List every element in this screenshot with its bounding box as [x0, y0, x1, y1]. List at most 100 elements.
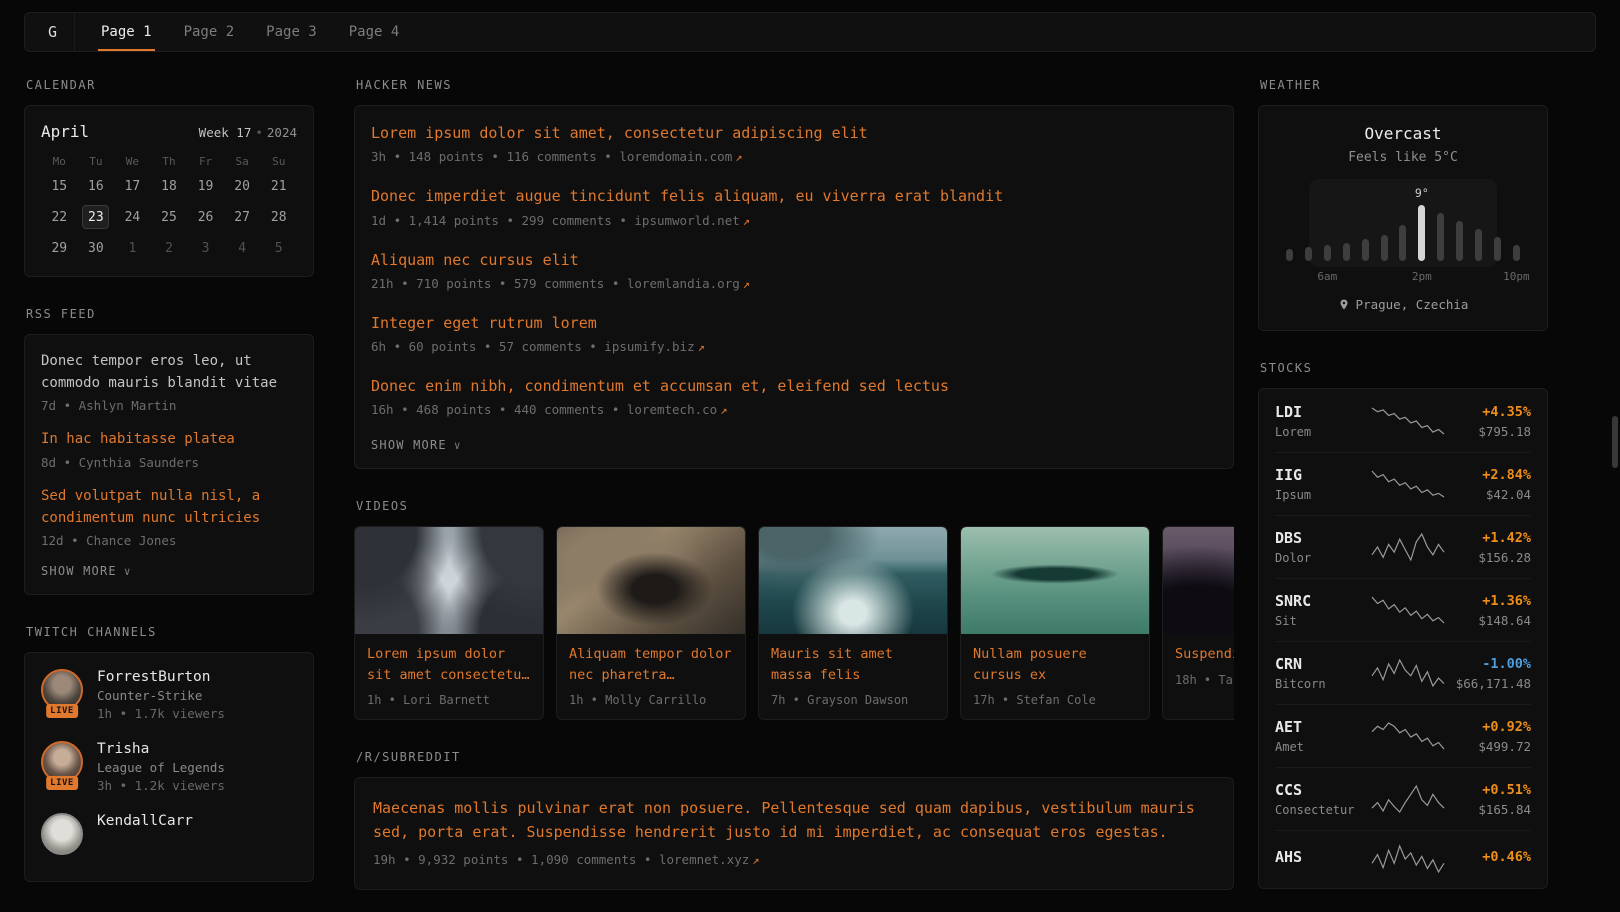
page-tab[interactable]: Page 2	[181, 13, 238, 51]
weather-bar	[1434, 195, 1447, 283]
subreddit-widget: Maecenas mollis pulvinar erat non posuer…	[354, 777, 1234, 890]
calendar-day[interactable]: 25	[155, 205, 182, 229]
video-card[interactable]: Lorem ipsum dolor sit amet consectetu… 1…	[354, 526, 544, 720]
external-link-icon[interactable]: ↗	[720, 403, 727, 417]
video-card[interactable]: Aliquam tempor dolor nec pharetra… 1h • …	[556, 526, 746, 720]
calendar-day-header: Tu	[89, 155, 102, 168]
calendar-day[interactable]: 20	[229, 174, 256, 198]
channel-name[interactable]: ForrestBurton	[97, 669, 225, 685]
channel-info: ForrestBurton Counter-Strike 1h • 1.7k v…	[97, 669, 225, 721]
stock-price: $165.84	[1447, 802, 1531, 817]
external-link-icon[interactable]: ↗	[735, 150, 742, 164]
video-thumbnail	[759, 527, 947, 634]
page-tab[interactable]: Page 4	[346, 13, 403, 51]
calendar-day[interactable]: 30	[82, 236, 109, 260]
hackernews-item-meta: 16h • 468 points • 440 comments • loremt…	[371, 402, 1217, 417]
video-title[interactable]: Aliquam tempor dolor nec pharetra…	[569, 644, 733, 685]
calendar-day-header: We	[126, 155, 139, 168]
stock-row[interactable]: CRN Bitcorn -1.00% $66,171.48	[1275, 642, 1531, 705]
calendar-day[interactable]: 18	[155, 174, 182, 198]
hackernews-item-meta-text: 6h • 60 points • 57 comments • ipsumify.…	[371, 339, 695, 354]
show-more-label: SHOW MORE	[41, 564, 117, 578]
live-badge: LIVE	[46, 776, 78, 790]
video-card[interactable]: Nullam posuere cursus ex 17h • Stefan Co…	[960, 526, 1150, 720]
hackernews-show-more-button[interactable]: SHOW MORE ∨	[371, 438, 462, 452]
video-card[interactable]: Suspendisse diam 18h • Tara	[1162, 526, 1234, 720]
calendar-day[interactable]: 15	[46, 174, 73, 198]
calendar-day[interactable]: 4	[229, 236, 256, 260]
hackernews-item: Donec enim nibh, condimentum et accumsan…	[371, 375, 1217, 417]
calendar-day[interactable]: 17	[119, 174, 146, 198]
rss-item-meta: 7d • Ashlyn Martin	[41, 398, 297, 413]
external-link-icon[interactable]: ↗	[752, 853, 759, 867]
twitch-channel[interactable]: KendallCarr	[41, 813, 297, 855]
calendar-day[interactable]: 19	[192, 174, 219, 198]
calendar-day[interactable]: 26	[192, 205, 219, 229]
twitch-channel[interactable]: LIVE Trisha League of Legends 3h • 1.2k …	[41, 741, 297, 793]
rss-item-title[interactable]: In hac habitasse platea	[41, 429, 297, 451]
stock-row[interactable]: IIG Ipsum +2.84% $42.04	[1275, 453, 1531, 516]
stock-row[interactable]: SNRC Sit +1.36% $148.64	[1275, 579, 1531, 642]
calendar-day[interactable]: 29	[46, 236, 73, 260]
calendar-day[interactable]: 5	[265, 236, 292, 260]
channel-viewers: 1h • 1.7k viewers	[97, 706, 225, 721]
weather-bar-fill	[1513, 245, 1520, 261]
weather-bar-fill	[1381, 235, 1388, 261]
calendar-day[interactable]: 23	[82, 205, 109, 229]
weather-bar-fill	[1475, 229, 1482, 261]
stock-row[interactable]: DBS Dolor +1.42% $156.28	[1275, 516, 1531, 579]
calendar-day[interactable]: 2	[155, 236, 182, 260]
stock-row[interactable]: AET Amet +0.92% $499.72	[1275, 705, 1531, 768]
external-link-icon[interactable]: ↗	[698, 340, 705, 354]
hackernews-item-title[interactable]: Aliquam nec cursus elit	[371, 249, 1217, 272]
section-title-hackernews: HACKER NEWS	[356, 78, 1234, 92]
calendar-day[interactable]: 24	[119, 205, 146, 229]
channel-info: Trisha League of Legends 3h • 1.2k viewe…	[97, 741, 225, 793]
app-logo[interactable]: G	[31, 13, 75, 51]
twitch-channel[interactable]: LIVE ForrestBurton Counter-Strike 1h • 1…	[41, 669, 297, 721]
page-tab[interactable]: Page 1	[98, 13, 155, 51]
external-link-icon[interactable]: ↗	[743, 277, 750, 291]
stocks-section: STOCKS LDI Lorem +4.35% $795.18 IIG Ipsu…	[1258, 361, 1548, 889]
calendar-day[interactable]: 27	[229, 205, 256, 229]
stock-sparkline	[1370, 469, 1446, 499]
hackernews-item-title[interactable]: Integer eget rutrum lorem	[371, 312, 1217, 335]
calendar-day[interactable]: 3	[192, 236, 219, 260]
hackernews-item-title[interactable]: Donec enim nibh, condimentum et accumsan…	[371, 375, 1217, 398]
calendar-day[interactable]: 1	[119, 236, 146, 260]
weather-bar-fill	[1343, 243, 1350, 261]
stock-sparkline	[1370, 784, 1446, 814]
section-title-subreddit: /R/SUBREDDIT	[356, 750, 1234, 764]
channel-name[interactable]: Trisha	[97, 741, 225, 757]
external-link-icon[interactable]: ↗	[743, 214, 750, 228]
calendar-day[interactable]: 22	[46, 205, 73, 229]
hackernews-item-title[interactable]: Lorem ipsum dolor sit amet, consectetur …	[371, 122, 1217, 145]
stock-row[interactable]: CCS Consectetur +0.51% $165.84	[1275, 768, 1531, 831]
calendar-day[interactable]: 21	[265, 174, 292, 198]
channel-name[interactable]: KendallCarr	[97, 813, 193, 829]
hackernews-item-title[interactable]: Donec imperdiet augue tincidunt felis al…	[371, 185, 1217, 208]
rss-show-more-button[interactable]: SHOW MORE ∨	[41, 564, 132, 578]
right-column: WEATHER Overcast Feels like 5°C 6am	[1258, 78, 1548, 900]
stock-row[interactable]: LDI Lorem +4.35% $795.18	[1275, 390, 1531, 453]
weather-bar-fill	[1324, 245, 1331, 261]
page-tab[interactable]: Page 3	[263, 13, 320, 51]
video-body: Aliquam tempor dolor nec pharetra… 1h • …	[557, 634, 745, 719]
weather-bar	[1378, 217, 1391, 283]
video-title[interactable]: Suspendisse diam	[1175, 644, 1234, 664]
calendar-day[interactable]: 16	[82, 174, 109, 198]
video-card[interactable]: Mauris sit amet massa felis 7h • Grayson…	[758, 526, 948, 720]
stock-symbol: LDI	[1275, 403, 1369, 421]
stock-row[interactable]: AHS +0.46%	[1275, 831, 1531, 887]
video-title[interactable]: Nullam posuere cursus ex	[973, 644, 1137, 685]
hackernews-item-meta: 1d • 1,414 points • 299 comments • ipsum…	[371, 213, 1217, 228]
scrollbar-thumb[interactable]	[1612, 416, 1618, 468]
video-title[interactable]: Lorem ipsum dolor sit amet consectetu…	[367, 644, 531, 685]
rss-item-title[interactable]: Sed volutpat nulla nisl, a condimentum n…	[41, 486, 297, 529]
channel-game: League of Legends	[97, 760, 225, 775]
calendar-day[interactable]: 28	[265, 205, 292, 229]
stock-price: $148.64	[1447, 613, 1531, 628]
rss-item-title[interactable]: Donec tempor eros leo, ut commodo mauris…	[41, 351, 297, 394]
video-title[interactable]: Mauris sit amet massa felis	[771, 644, 935, 685]
subreddit-post-title[interactable]: Maecenas mollis pulvinar erat non posuer…	[373, 796, 1215, 844]
